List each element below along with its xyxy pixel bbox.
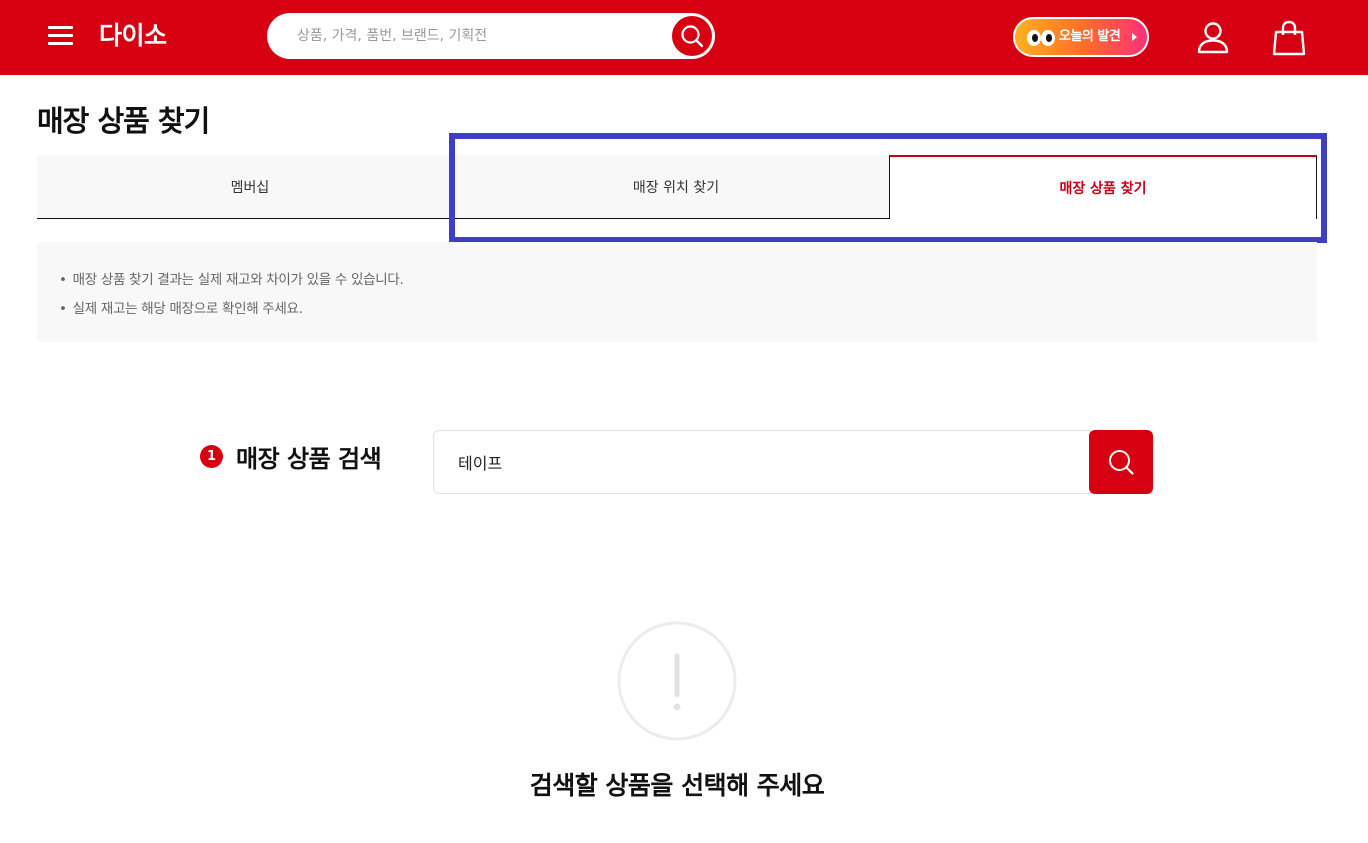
search-icon [1109,450,1134,475]
product-search-label: 매장 상품 검색 [236,445,382,473]
page-title: 매장 상품 찾기 [37,104,210,138]
store-tabs: 멤버십 매장 위치 찾기 매장 상품 찾기 [37,155,1317,219]
daiso-logo[interactable]: 다이소 [99,19,167,53]
today-discovery-label: 오늘의 발견 [1059,29,1121,44]
tab-membership[interactable]: 멤버십 [37,155,463,219]
notice-item: 실제 재고는 해당 매장으로 확인해 주세요. [59,295,403,324]
notice-item: 매장 상품 찾기 결과는 실제 재고와 차이가 있을 수 있습니다. [59,266,404,295]
today-discovery-button[interactable]: 오늘의 발견 [1013,17,1149,57]
tab-store-product[interactable]: 매장 상품 찾기 [889,155,1317,219]
search-icon [681,25,704,48]
global-search-bar [267,13,715,59]
tab-store-location[interactable]: 매장 위치 찾기 [463,155,889,219]
global-search-input[interactable] [297,13,667,59]
notice-box: 매장 상품 찾기 결과는 실제 재고와 차이가 있을 수 있습니다. 실제 재고… [37,242,1317,342]
product-search-field [433,430,1091,494]
empty-state-message: 검색할 상품을 선택해 주세요 [529,771,825,800]
product-search-button[interactable] [1089,430,1153,494]
menu-icon[interactable] [48,26,73,46]
step-number-badge: 1 [200,445,223,468]
global-search-button[interactable] [670,14,714,58]
eyes-icon [1027,30,1057,46]
top-header: 다이소 오늘의 발견 [0,0,1368,75]
exclamation-circle-icon [617,621,737,741]
product-search-input[interactable] [458,431,1058,493]
arrow-right-icon [1132,33,1137,41]
user-icon[interactable] [1196,20,1230,54]
cart-icon[interactable] [1272,20,1306,56]
